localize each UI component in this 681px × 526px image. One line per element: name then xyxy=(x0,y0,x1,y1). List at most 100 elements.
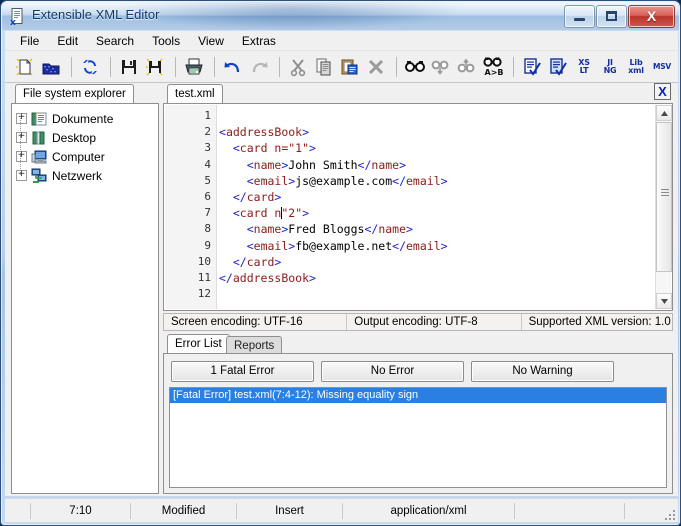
menu-item-tools[interactable]: Tools xyxy=(143,32,189,50)
find-next-button[interactable] xyxy=(429,55,453,79)
computer-icon xyxy=(31,149,47,165)
find-button[interactable] xyxy=(403,55,427,79)
code-token: addressBook xyxy=(233,271,309,285)
cut-button[interactable] xyxy=(286,55,310,79)
line-number: 7 xyxy=(165,205,216,221)
open-file-button[interactable] xyxy=(39,55,63,79)
save-icon xyxy=(119,57,139,77)
validate-button[interactable] xyxy=(546,55,570,79)
line-number: 5 xyxy=(165,173,216,189)
close-window-button[interactable]: X xyxy=(628,5,675,28)
desktop-icon xyxy=(31,130,47,146)
code-token xyxy=(219,141,233,155)
code-token: > xyxy=(399,158,406,172)
tree-connector xyxy=(20,118,22,137)
print-button[interactable] xyxy=(182,55,206,79)
paste-button[interactable] xyxy=(338,55,362,79)
code-token xyxy=(219,206,233,220)
maximize-button[interactable] xyxy=(596,5,627,28)
tab-test-xml[interactable]: test.xml xyxy=(167,84,223,103)
scroll-down-arrow[interactable] xyxy=(656,293,672,309)
toolbar-separator xyxy=(396,57,397,77)
jing-icon: JI NG xyxy=(604,59,617,75)
refresh-button[interactable] xyxy=(78,55,102,79)
code-token: > xyxy=(302,206,309,220)
code-editor[interactable]: 1 2 3 4 5 6 7 8 9 10 11 12 <addressBook>… xyxy=(163,103,673,311)
explorer-tabstrip: File system explorer xyxy=(11,83,159,103)
find-icon xyxy=(404,57,426,77)
xslt-button[interactable]: XS LT xyxy=(572,55,596,79)
menu-item-view[interactable]: View xyxy=(189,32,233,50)
code-line: <addressBook> xyxy=(219,124,654,140)
check-wellformed-button[interactable] xyxy=(520,55,544,79)
msv-button[interactable]: MSV xyxy=(650,55,674,79)
copy-button[interactable] xyxy=(312,55,336,79)
main-content-area: File system explorer + Dokumente xyxy=(5,83,678,496)
code-token: > xyxy=(441,239,448,253)
menu-bar: File Edit Search Tools View Extras xyxy=(5,31,678,51)
error-panel-tabstrip: Error List Reports xyxy=(163,333,673,353)
new-file-icon xyxy=(15,57,35,77)
tab-reports[interactable]: Reports xyxy=(226,336,282,353)
tab-file-system-explorer[interactable]: File system explorer xyxy=(15,84,134,103)
code-token: email xyxy=(254,239,289,253)
menu-item-file[interactable]: File xyxy=(11,32,48,50)
tree-item-dokumente[interactable]: + Dokumente xyxy=(16,109,158,128)
code-line: <name>Fred Bloggs</name> xyxy=(219,221,654,237)
tree-item-computer[interactable]: + Computer xyxy=(16,147,158,166)
editor-tabstrip: test.xml X xyxy=(163,83,673,103)
redo-button[interactable] xyxy=(247,55,271,79)
code-token: fb@example.net xyxy=(295,239,392,253)
tree-item-desktop[interactable]: + Desktop xyxy=(16,128,158,147)
svg-text:A>B: A>B xyxy=(485,68,504,77)
menu-item-edit[interactable]: Edit xyxy=(48,32,87,50)
output-encoding-label: Output encoding: UTF-8 xyxy=(347,314,521,330)
code-token xyxy=(219,255,233,269)
code-text[interactable]: <addressBook> <card n="1"> <name>John Sm… xyxy=(219,105,654,312)
xslt-icon-line2: LT xyxy=(578,67,590,75)
libxml-button[interactable]: Lib xml xyxy=(624,55,648,79)
encoding-status-bar: Screen encoding: UTF-16 Output encoding:… xyxy=(163,313,673,331)
code-token: < xyxy=(247,174,254,188)
minimize-icon xyxy=(574,18,585,21)
error-list[interactable]: [Fatal Error] test.xml(7:4-12): Missing … xyxy=(169,387,667,488)
find-previous-button[interactable] xyxy=(455,55,479,79)
file-tree[interactable]: + Dokumente + xyxy=(11,103,159,494)
error-list-item[interactable]: [Fatal Error] test.xml(7:4-12): Missing … xyxy=(170,388,666,403)
editor-vertical-scrollbar[interactable] xyxy=(655,105,671,309)
new-file-button[interactable] xyxy=(13,55,37,79)
code-line: </addressBook> xyxy=(219,270,654,286)
status-bar: 7:10 Modified Insert application/xml xyxy=(5,498,678,522)
line-number: 12 xyxy=(165,286,216,302)
minimize-button[interactable] xyxy=(564,5,595,28)
menu-item-search[interactable]: Search xyxy=(87,32,143,50)
jing-button[interactable]: JI NG xyxy=(598,55,622,79)
save-as-button[interactable] xyxy=(143,55,167,79)
file-explorer-pane: File system explorer + Dokumente xyxy=(11,83,159,494)
code-line: <name>John Smith</name> xyxy=(219,157,654,173)
jing-icon-line2: NG xyxy=(604,67,617,75)
warning-count-button[interactable]: No Warning xyxy=(471,361,614,382)
delete-button[interactable] xyxy=(364,55,388,79)
close-document-button[interactable]: X xyxy=(654,83,671,100)
toolbar-separator xyxy=(279,57,280,77)
error-count-button[interactable]: No Error xyxy=(321,361,464,382)
code-token: > xyxy=(309,271,316,285)
editor-pane: test.xml X 1 2 3 4 5 6 7 8 9 10 11 12 xyxy=(163,83,673,494)
code-token: </ xyxy=(233,255,247,269)
code-token: addressBook xyxy=(226,125,302,139)
code-line: </card> xyxy=(219,254,654,270)
scrollbar-thumb[interactable] xyxy=(656,122,672,272)
tab-error-list[interactable]: Error List xyxy=(167,334,230,353)
tree-item-label: Netzwerk xyxy=(52,169,102,183)
undo-button[interactable] xyxy=(221,55,245,79)
fatal-error-count-button[interactable]: 1 Fatal Error xyxy=(171,361,314,382)
replace-button[interactable]: A>B xyxy=(481,55,505,79)
tree-item-netzwerk[interactable]: + Netzwerk xyxy=(16,166,158,185)
menu-item-extras[interactable]: Extras xyxy=(233,32,285,50)
status-extra-1 xyxy=(515,503,625,519)
code-token: name xyxy=(254,158,282,172)
save-button[interactable] xyxy=(117,55,141,79)
scroll-up-arrow[interactable] xyxy=(656,105,672,121)
resize-grip-icon[interactable] xyxy=(663,508,675,520)
